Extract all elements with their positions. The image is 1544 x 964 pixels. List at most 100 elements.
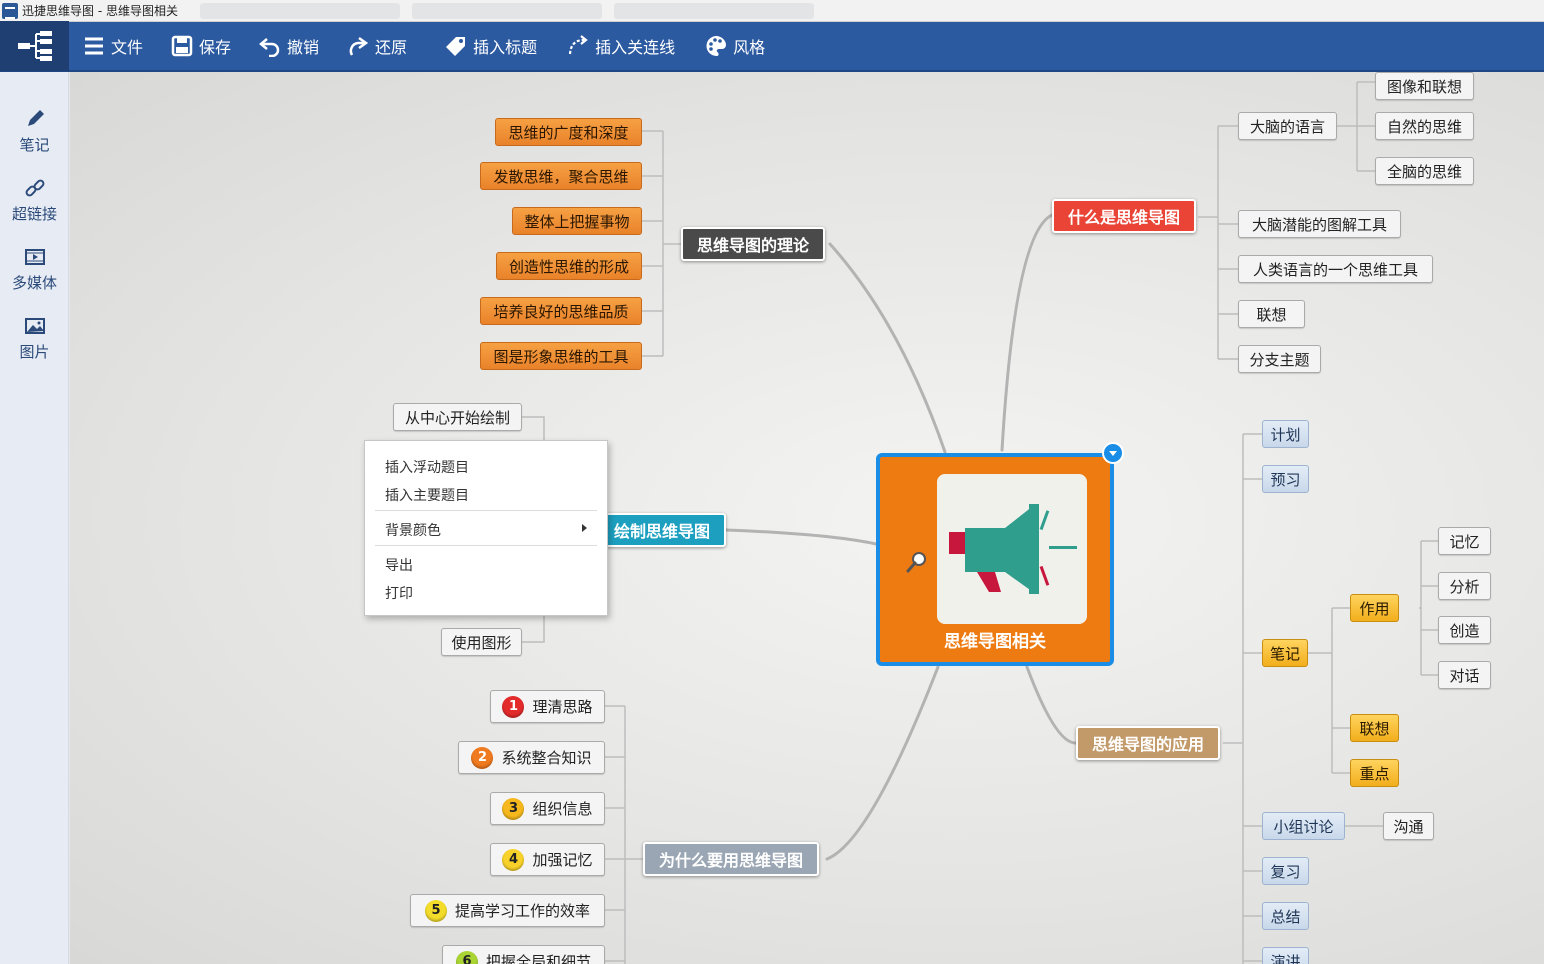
why-child-2-label: 系统整合知识 bbox=[501, 749, 592, 767]
draw-child-2[interactable]: 使用图形 bbox=[441, 628, 522, 656]
what-child-brain-language[interactable]: 大脑的语言 bbox=[1238, 112, 1337, 140]
theory-child-4[interactable]: 创造性思维的形成 bbox=[496, 252, 642, 280]
menu-item-background-color[interactable]: 背景颜色 bbox=[385, 520, 441, 540]
why-child-2[interactable]: 2 系统整合知识 bbox=[458, 741, 605, 774]
draw-child-1[interactable]: 从中心开始绘制 bbox=[393, 403, 522, 431]
why-child-5[interactable]: 5 提高学习工作的效率 bbox=[410, 894, 605, 927]
why-child-3[interactable]: 3 组织信息 bbox=[490, 792, 605, 825]
app-icon bbox=[2, 2, 18, 19]
redo-icon bbox=[347, 35, 369, 57]
group-child-communicate[interactable]: 沟通 bbox=[1383, 812, 1434, 840]
priority-2-icon: 2 bbox=[471, 746, 494, 769]
context-menu: 插入浮动题目 插入主要题目 背景颜色 导出 打印 bbox=[364, 440, 608, 616]
sidebar-item-media[interactable]: 多媒体 bbox=[0, 238, 69, 300]
what-child-3[interactable]: 人类语言的一个思维工具 bbox=[1238, 255, 1433, 283]
sidebar-label-hyperlink: 超链接 bbox=[11, 204, 57, 223]
why-child-5-label: 提高学习工作的效率 bbox=[454, 902, 590, 920]
mindmap-canvas[interactable]: 思维导图的理论 思维的广度和深度 发散思维，聚合思维 整体上把握事物 创造性思维… bbox=[70, 72, 1544, 964]
file-button[interactable]: 文件 bbox=[69, 21, 157, 71]
insert-relation-label: 插入关连线 bbox=[595, 38, 676, 57]
apply-child-plan[interactable]: 计划 bbox=[1262, 420, 1309, 448]
what-child-5[interactable]: 分支主题 bbox=[1238, 345, 1321, 373]
sidebar-item-note[interactable]: 笔记 bbox=[0, 100, 69, 162]
insert-topic-button[interactable]: 插入标题 bbox=[431, 21, 551, 71]
submenu-arrow-icon bbox=[582, 524, 587, 532]
file-label: 文件 bbox=[111, 38, 144, 57]
role-child-3[interactable]: 创造 bbox=[1438, 616, 1491, 644]
why-child-3-label: 组织信息 bbox=[532, 800, 593, 818]
central-topic-label: 思维导图相关 bbox=[944, 632, 1046, 652]
why-child-1[interactable]: 1 理清思路 bbox=[490, 690, 605, 723]
tag-icon bbox=[445, 35, 467, 57]
priority-6-icon: 6 bbox=[455, 950, 478, 964]
topic-theory[interactable]: 思维导图的理论 bbox=[681, 227, 826, 261]
sidebar-label-image: 图片 bbox=[19, 342, 50, 361]
priority-1-icon: 1 bbox=[502, 695, 525, 718]
menu-item-export[interactable]: 导出 bbox=[385, 555, 413, 575]
priority-4-icon: 4 bbox=[502, 848, 525, 871]
why-child-4[interactable]: 4 加强记忆 bbox=[490, 843, 605, 876]
menu-divider bbox=[375, 545, 597, 546]
theory-child-2[interactable]: 发散思维，聚合思维 bbox=[480, 162, 642, 190]
collapse-toggle-icon[interactable] bbox=[1102, 442, 1124, 464]
role-child-2[interactable]: 分析 bbox=[1438, 572, 1491, 600]
notes-child-association[interactable]: 联想 bbox=[1350, 714, 1399, 742]
what-child-4[interactable]: 联想 bbox=[1238, 300, 1305, 328]
why-child-6-label: 把握全局和细节 bbox=[485, 953, 591, 964]
main-toolbar: 文件 保存 撤销 还原 插入标题 插入关连线 风格 bbox=[0, 21, 1544, 72]
mindmap-logo-icon[interactable] bbox=[0, 21, 69, 71]
apply-child-group[interactable]: 小组讨论 bbox=[1262, 812, 1345, 840]
why-child-4-label: 加强记忆 bbox=[532, 851, 593, 869]
save-label: 保存 bbox=[199, 38, 232, 57]
notes-child-key[interactable]: 重点 bbox=[1350, 759, 1399, 787]
apply-child-preview[interactable]: 预习 bbox=[1262, 465, 1309, 493]
style-button[interactable]: 风格 bbox=[691, 21, 779, 71]
megaphone-icon bbox=[937, 474, 1087, 624]
link-icon bbox=[25, 179, 44, 196]
what-child-2[interactable]: 大脑潜能的图解工具 bbox=[1238, 210, 1401, 238]
palette-icon bbox=[705, 35, 727, 57]
topic-why[interactable]: 为什么要用思维导图 bbox=[643, 842, 820, 876]
apply-child-speech[interactable]: 演讲 bbox=[1262, 947, 1309, 964]
topic-what-is[interactable]: 什么是思维导图 bbox=[1052, 199, 1197, 233]
notes-child-role[interactable]: 作用 bbox=[1350, 594, 1399, 622]
brain-language-child-3[interactable]: 全脑的思维 bbox=[1375, 157, 1474, 185]
menu-item-insert-floating[interactable]: 插入浮动题目 bbox=[385, 457, 469, 477]
theory-child-1[interactable]: 思维的广度和深度 bbox=[495, 118, 642, 146]
priority-5-icon: 5 bbox=[424, 899, 447, 922]
why-child-6[interactable]: 6 把握全局和细节 bbox=[442, 945, 605, 964]
menu-icon bbox=[83, 35, 105, 57]
image-icon bbox=[24, 317, 45, 334]
sidebar-item-image[interactable]: 图片 bbox=[0, 307, 69, 369]
sidebar-label-media: 多媒体 bbox=[11, 273, 57, 292]
menu-item-insert-main[interactable]: 插入主要题目 bbox=[385, 485, 469, 505]
undo-button[interactable]: 撤销 bbox=[245, 21, 333, 71]
redo-label: 还原 bbox=[375, 38, 408, 57]
theory-child-3[interactable]: 整体上把握事物 bbox=[512, 207, 642, 235]
role-child-4[interactable]: 对话 bbox=[1438, 661, 1491, 689]
relation-line-icon bbox=[567, 35, 589, 57]
sidebar-label-note: 笔记 bbox=[19, 135, 50, 154]
undo-label: 撤销 bbox=[287, 38, 320, 57]
menu-divider bbox=[375, 510, 597, 511]
apply-child-notes[interactable]: 笔记 bbox=[1262, 639, 1308, 667]
style-label: 风格 bbox=[733, 38, 766, 57]
theory-child-6[interactable]: 图是形象思维的工具 bbox=[480, 342, 642, 370]
pencil-icon bbox=[27, 109, 44, 126]
priority-3-icon: 3 bbox=[502, 797, 525, 820]
sidebar-item-hyperlink[interactable]: 超链接 bbox=[0, 169, 69, 231]
theory-child-5[interactable]: 培养良好的思维品质 bbox=[480, 297, 642, 325]
apply-child-review[interactable]: 复习 bbox=[1262, 857, 1309, 885]
apply-child-summary[interactable]: 总结 bbox=[1262, 902, 1309, 930]
insert-relation-button[interactable]: 插入关连线 bbox=[553, 21, 689, 71]
redo-button[interactable]: 还原 bbox=[333, 21, 421, 71]
role-child-1[interactable]: 记忆 bbox=[1438, 527, 1491, 555]
menu-item-print[interactable]: 打印 bbox=[385, 583, 413, 603]
topic-application[interactable]: 思维导图的应用 bbox=[1076, 726, 1221, 760]
brain-language-child-1[interactable]: 图像和联想 bbox=[1375, 72, 1474, 100]
magnifier-icon[interactable] bbox=[905, 550, 929, 574]
insert-topic-label: 插入标题 bbox=[473, 38, 538, 57]
save-icon bbox=[171, 35, 193, 57]
save-button[interactable]: 保存 bbox=[157, 21, 245, 71]
brain-language-child-2[interactable]: 自然的思维 bbox=[1375, 112, 1474, 140]
